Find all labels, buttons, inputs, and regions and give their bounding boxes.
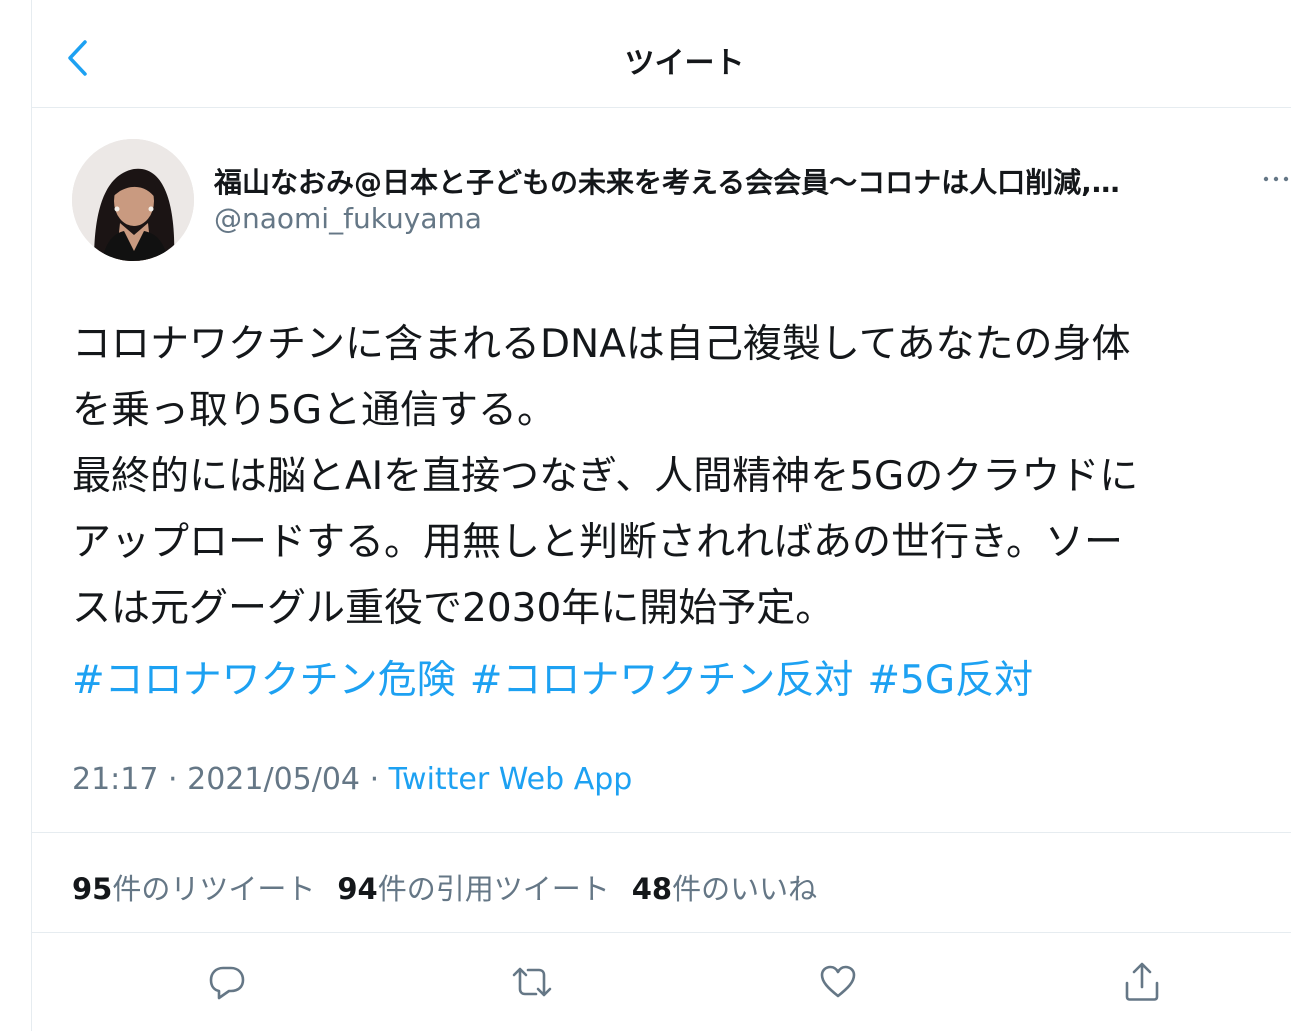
like-button[interactable] [816,960,860,1004]
retweet-icon [512,967,552,997]
tweet-text-line: コロナワクチンに含まれるDNAは自己複製してあなたの身体 [72,322,1131,367]
quotes-label: 件の引用ツイート [377,872,610,906]
tweet-text: コロナワクチンに含まれるDNAは自己複製してあなたの身体 を乗っ取り5Gと通信す… [72,312,1291,642]
meta-separator: · [168,762,178,797]
tweet-time[interactable]: 21:17 [72,762,158,797]
tweet-meta: 21:17 · 2021/05/04 · Twitter Web App [72,762,632,797]
retweet-button[interactable] [510,960,554,1004]
quotes-stat[interactable]: 94件の引用ツイート [337,866,609,908]
share-button[interactable] [1120,960,1164,1004]
top-bar: ツイート [32,0,1291,108]
hashtag-link[interactable]: #コロナワクチン危険 [72,658,456,703]
retweets-label: 件のリツイート [112,872,316,906]
likes-label: 件のいいね [672,872,818,906]
author-display-name[interactable]: 福山なおみ@日本と子どもの未来を考える会会員〜コロナは人口削減,… [214,161,1254,201]
avatar[interactable] [72,139,194,261]
more-dots-icon [1263,176,1289,182]
more-options-button[interactable] [1262,165,1290,193]
likes-count: 48 [631,872,673,906]
tweet-text-line: 最終的には脳とAIを直接つなぎ、人間精神を5Gのクラウドに [72,454,1139,499]
hashtag-list: #コロナワクチン危険 #コロナワクチン反対 #5G反対 [72,648,1291,714]
tweet-detail-page: ツイート 福山なおみ@日本と子どもの未来を考える会会員〜コロナは人口削減,… @… [31,0,1291,1031]
retweets-count: 95 [72,872,113,906]
reply-icon [209,966,245,1000]
page-title: ツイート [624,46,745,81]
heart-icon [820,965,856,998]
hashtag-link[interactable]: #5G反対 [867,658,1033,703]
profile-photo [72,139,194,261]
tweet-text-line: スは元グーグル重役で2030年に開始予定。 [72,586,835,631]
likes-stat[interactable]: 48件のいいね [632,866,817,908]
retweets-stat[interactable]: 95件のリツイート [72,866,315,908]
author-handle[interactable]: @naomi_fukuyama [214,202,482,235]
divider [32,832,1291,833]
divider [32,932,1291,933]
tweet-text-line: を乗っ取り5Gと通信する。 [72,388,557,433]
share-icon [1125,962,1159,1001]
meta-separator: · [369,762,380,797]
reply-button[interactable] [205,960,249,1004]
tweet-text-line: アップロードする。用無しと判断されればあの世行き。ソー [72,520,1124,565]
quotes-count: 94 [337,872,378,906]
tweet-stats: 95件のリツイート 94件の引用ツイート 48件のいいね [72,866,817,908]
tweet-date[interactable]: 2021/05/04 [187,762,360,797]
hashtag-link[interactable]: #コロナワクチン反対 [470,658,854,703]
tweet-source-link[interactable]: Twitter Web App [389,762,633,797]
